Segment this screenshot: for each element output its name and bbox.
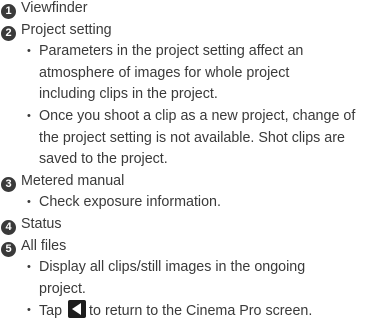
bullet-line: Check exposure information. xyxy=(39,194,221,211)
bullet-line: the project setting is not available. Sh… xyxy=(39,129,345,146)
bullet-exposure: Check exposure information. xyxy=(0,192,383,214)
bullet-display-clips: Display all clips/still images in the on… xyxy=(0,257,383,300)
bullet-line: Parameters in the project setting affect… xyxy=(39,43,304,60)
bullet-line: Tap to return to the Cinema Pro screen. xyxy=(39,300,379,323)
item-number: 1 xyxy=(1,4,16,19)
bullet-line: atmosphere of images for whole project xyxy=(39,64,290,81)
bullet-line: project. xyxy=(39,280,86,297)
item-title: Viewfinder xyxy=(21,0,88,16)
tap-instruction: to return to the Cinema Pro screen. xyxy=(89,303,313,320)
item-metered-manual: 3 Metered manual xyxy=(0,171,383,193)
item-title: Metered manual xyxy=(21,172,125,189)
item-title: Project setting xyxy=(21,21,112,38)
tap-label: Tap xyxy=(39,303,63,320)
back-arrow-icon xyxy=(68,300,87,319)
bullet-project-parameters: Parameters in the project setting affect… xyxy=(0,41,383,106)
item-viewfinder: 1 Viewfinder xyxy=(0,0,383,20)
bullet-line: Once you shoot a clip as a new project, … xyxy=(39,107,356,124)
document: 1 Viewfinder 2 Project setting Parameter… xyxy=(0,0,383,323)
bullet-line: including clips in the project. xyxy=(39,86,218,103)
item-status: 4 Status xyxy=(0,214,383,236)
item-number: 2 xyxy=(1,25,16,41)
item-all-files: 5 All files xyxy=(0,236,383,258)
bullet-project-locked: Once you shoot a clip as a new project, … xyxy=(0,106,383,171)
bullet-line: saved to the project. xyxy=(39,151,168,168)
item-number: 3 xyxy=(1,176,16,192)
item-number: 4 xyxy=(1,219,16,235)
item-number: 5 xyxy=(1,241,16,257)
bullet-line: Display all clips/still images in the on… xyxy=(39,259,306,276)
item-project-setting: 2 Project setting xyxy=(0,20,383,42)
item-title: Status xyxy=(21,215,62,232)
item-title: All files xyxy=(21,237,67,254)
bullet-tap-back: Tap to return to the Cinema Pro screen. xyxy=(0,300,383,323)
